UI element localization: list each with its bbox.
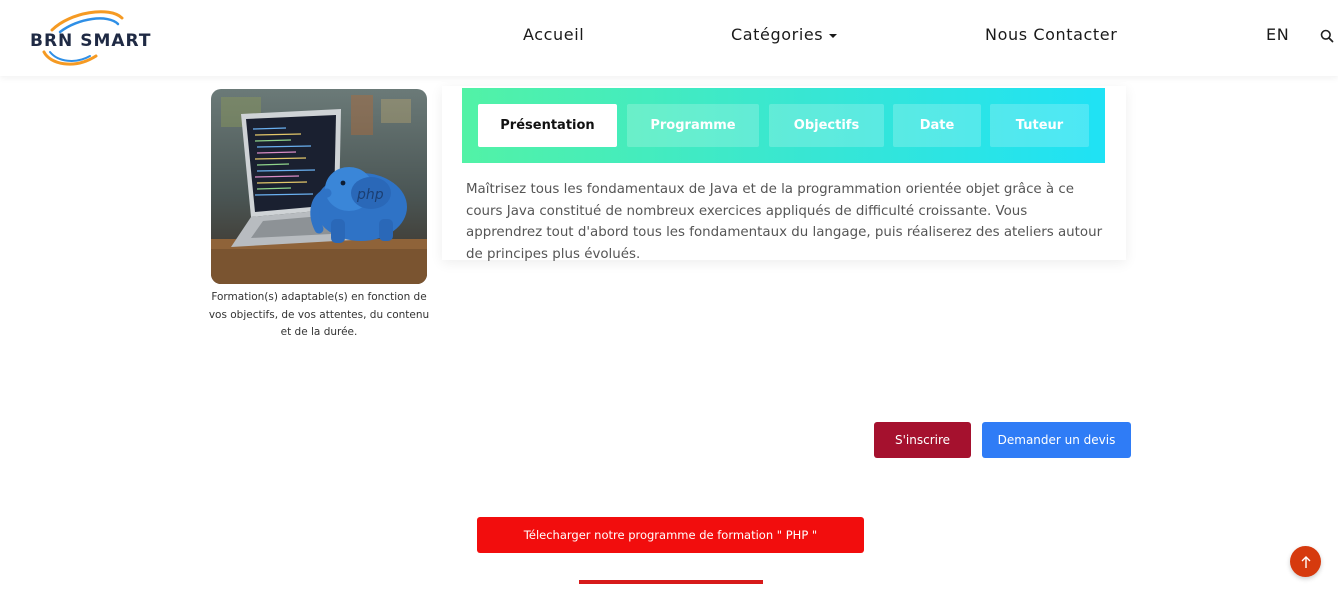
tab-bar: Présentation Programme Objectifs Date Tu…	[462, 88, 1105, 163]
request-quote-button[interactable]: Demander un devis	[982, 422, 1131, 458]
search-icon[interactable]	[1320, 29, 1334, 43]
brand-logo[interactable]: BRN SMART	[30, 8, 165, 70]
course-description: Maîtrisez tous les fondamentaux de Java …	[466, 182, 1103, 262]
course-tabs-card: Présentation Programme Objectifs Date Tu…	[442, 86, 1126, 262]
arrow-up-icon	[1301, 555, 1310, 568]
nav-contact[interactable]: Nous Contacter	[985, 25, 1117, 44]
course-image: php	[211, 89, 427, 284]
nav-categories[interactable]: Catégories	[731, 25, 838, 44]
tab-presentation[interactable]: Présentation	[478, 104, 617, 147]
caret-down-icon	[829, 33, 838, 38]
download-program-button[interactable]: Télecharger notre programme de formation…	[477, 517, 864, 553]
tab-date[interactable]: Date	[893, 104, 981, 147]
scroll-to-top-button[interactable]	[1290, 546, 1321, 577]
nav-categories-label: Catégories	[731, 25, 824, 44]
image-caption: Formation(s) adaptable(s) en fonction de…	[208, 291, 430, 338]
signup-button[interactable]: S'inscrire	[874, 422, 971, 458]
logo-text: BRN SMART	[30, 31, 152, 51]
section-divider	[579, 580, 763, 584]
language-switch[interactable]: EN	[1266, 25, 1289, 44]
tab-tuteur[interactable]: Tuteur	[990, 104, 1089, 147]
tab-programme[interactable]: Programme	[627, 104, 759, 147]
nav-home[interactable]: Accueil	[523, 25, 584, 44]
tab-objectifs[interactable]: Objectifs	[769, 104, 884, 147]
site-header: BRN SMART Accueil Catégories Nous Contac…	[0, 0, 1338, 76]
php-logo-text: php	[356, 187, 384, 203]
